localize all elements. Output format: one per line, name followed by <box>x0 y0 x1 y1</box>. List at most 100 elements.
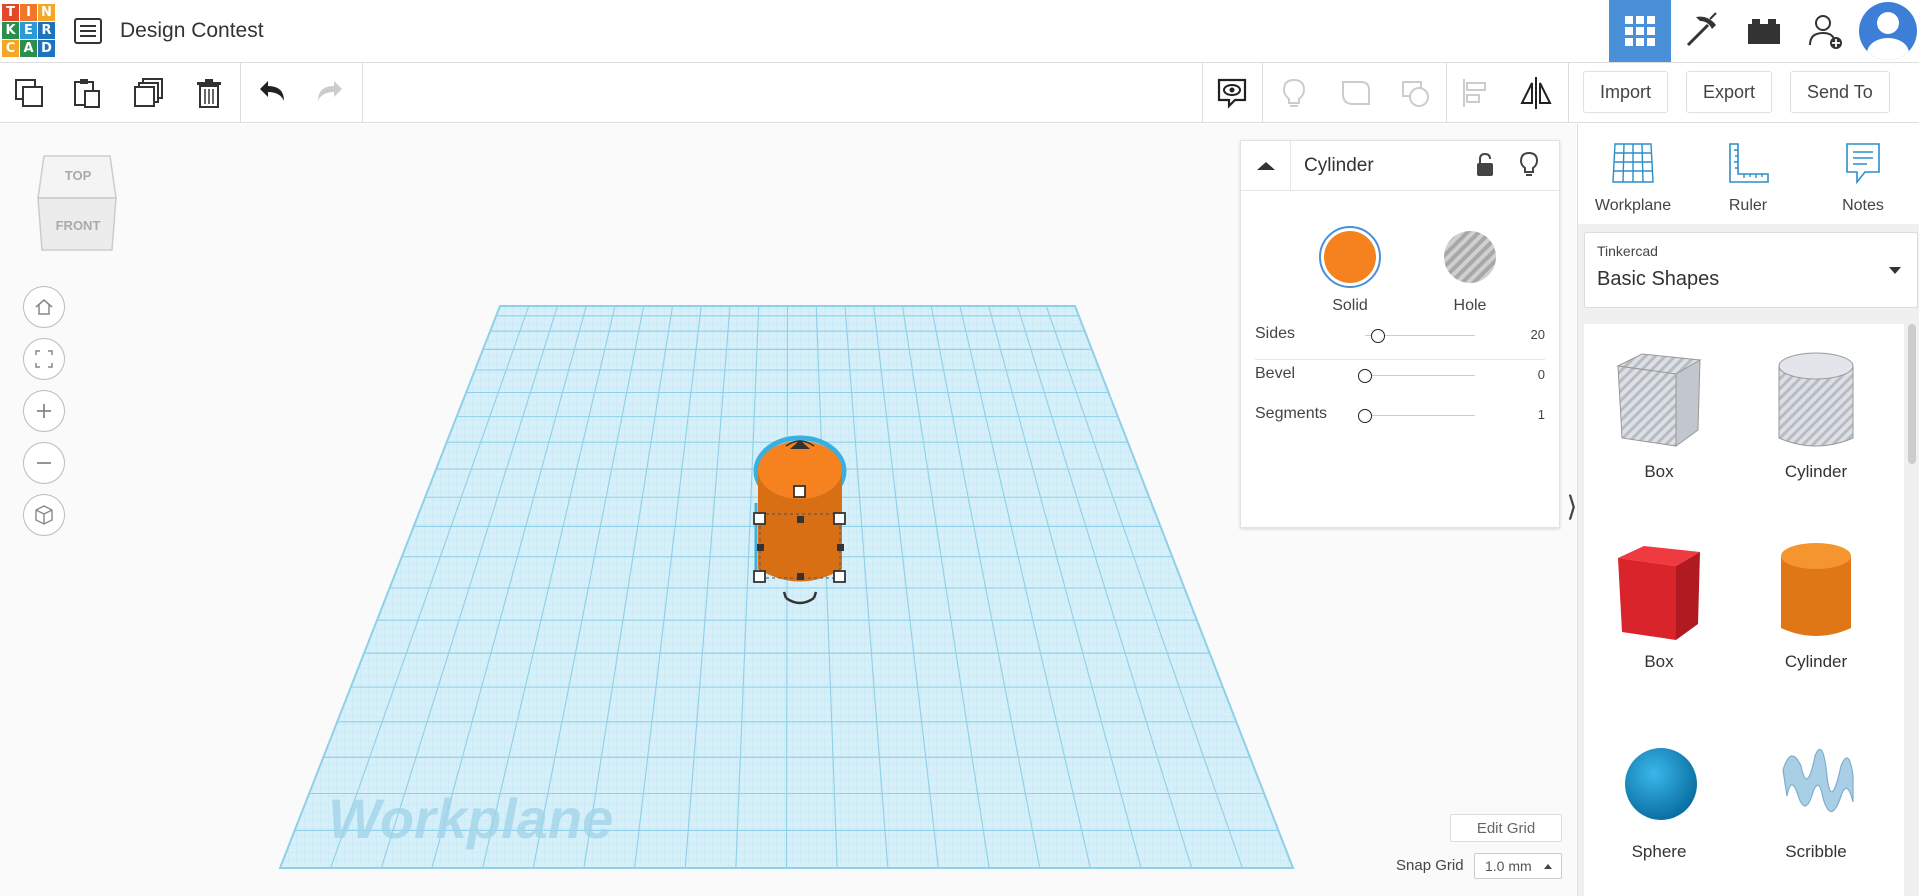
shape-list-scrollbar[interactable] <box>1908 324 1916 464</box>
workplane-icon <box>1612 143 1654 183</box>
ortho-view-icon[interactable] <box>23 494 65 536</box>
workplane-tool[interactable]: Workplane <box>1583 140 1683 215</box>
copy-icon[interactable] <box>11 75 47 111</box>
workplane-watermark: Workplane <box>328 787 614 850</box>
logo-letter: E <box>20 22 37 39</box>
prop-value[interactable]: 0 <box>1538 367 1545 382</box>
prop-value[interactable]: 1 <box>1538 407 1545 422</box>
redo-icon[interactable] <box>312 75 348 111</box>
shape-label: Scribble <box>1785 842 1847 861</box>
lightbulb-icon[interactable] <box>1276 75 1312 111</box>
duplicate-icon[interactable] <box>131 75 167 111</box>
shape-grid: Box Cylinder Box Cylinder Sphere Scribbl… <box>1584 324 1904 896</box>
zoom-out-icon[interactable] <box>23 442 65 484</box>
paste-icon[interactable] <box>69 75 105 111</box>
solid-option[interactable]: Solid <box>1305 225 1395 315</box>
shape-label: Cylinder <box>1784 652 1848 671</box>
avatar[interactable] <box>1859 2 1917 60</box>
shape-inspector: Cylinder Solid Hole Sides 20 Bevel 0 Segment… <box>1240 140 1560 528</box>
home-view-icon[interactable] <box>23 286 65 328</box>
edit-toolbar: Import Export Send To <box>0 63 1919 123</box>
ruler-tool-label: Ruler <box>1728 197 1768 214</box>
logo-letter: N <box>38 4 55 21</box>
send-to-button[interactable]: Send To <box>1790 71 1890 113</box>
pickaxe-icon[interactable] <box>1671 0 1733 62</box>
collapse-inspector-icon[interactable] <box>1241 141 1291 191</box>
logo-letter: T <box>2 4 19 21</box>
lock-icon[interactable] <box>1473 151 1497 184</box>
delete-icon[interactable] <box>191 75 227 111</box>
zoom-in-icon[interactable] <box>23 390 65 432</box>
shape-label: Box <box>1644 652 1674 671</box>
mirror-icon[interactable] <box>1518 75 1554 111</box>
tinkercad-logo[interactable]: TIN KER CAD <box>2 4 56 58</box>
export-button[interactable]: Export <box>1686 71 1773 113</box>
logo-letter: A <box>20 40 37 57</box>
view-cube[interactable]: TOP FRONT <box>36 154 120 252</box>
prop-label: Segments <box>1255 405 1328 422</box>
ruler-tool[interactable]: Ruler <box>1698 140 1798 215</box>
logo-letter: K <box>2 22 19 39</box>
undo-icon[interactable] <box>254 75 290 111</box>
right-panel: Workplane Ruler Notes Tinkercad Basic Sh… <box>1577 124 1919 896</box>
shape-cylinder[interactable]: Cylinder <box>1741 536 1891 672</box>
logo-letter: I <box>20 4 37 21</box>
prop-slider-knob[interactable] <box>1358 409 1372 423</box>
inspector-title: Cylinder <box>1304 155 1374 176</box>
top-bar: TIN KER CAD Design Contest <box>0 0 1919 63</box>
prop-segments: Segments 1 <box>1255 401 1545 431</box>
design-title[interactable]: Design Contest <box>120 19 264 43</box>
notes-tool[interactable]: Notes <box>1813 140 1913 215</box>
align-icon[interactable] <box>1458 75 1494 111</box>
workplane-tools: Workplane Ruler Notes <box>1578 124 1919 224</box>
project-list-icon[interactable] <box>74 18 102 44</box>
notes-tool-label: Notes <box>1842 197 1884 214</box>
shape-label: Sphere <box>1631 842 1687 861</box>
lightbulb-icon[interactable] <box>1517 151 1541 184</box>
snap-grid-select[interactable]: 1.0 mm <box>1474 853 1562 879</box>
prop-slider-knob[interactable] <box>1371 329 1386 343</box>
workplane-tool-label: Workplane <box>1594 197 1672 214</box>
bricks-icon[interactable] <box>1733 0 1795 62</box>
solid-label: Solid <box>1332 297 1368 314</box>
library-group-label: Tinkercad <box>1597 243 1658 259</box>
ruler-icon <box>1729 143 1769 183</box>
hole-option[interactable]: Hole <box>1425 225 1515 315</box>
shape-label: Box <box>1644 462 1674 481</box>
prop-value[interactable]: 20 <box>1531 327 1545 342</box>
logo-letter: D <box>38 40 55 57</box>
logo-letter: C <box>2 40 19 57</box>
group-icon[interactable] <box>1338 75 1374 111</box>
notes-toggle-icon[interactable] <box>1214 75 1250 111</box>
prop-slider-track[interactable] <box>1365 375 1475 376</box>
top-right-actions <box>1609 0 1919 62</box>
prop-label: Sides <box>1255 325 1296 342</box>
notes-icon <box>1846 143 1880 185</box>
shape-scribble[interactable]: Scribble <box>1741 726 1891 862</box>
add-user-icon[interactable] <box>1795 0 1857 62</box>
prop-label: Bevel <box>1255 365 1296 382</box>
prop-sides: Sides 20 <box>1255 321 1545 351</box>
grid-view-icon[interactable] <box>1609 0 1671 62</box>
snap-grid-label: Snap Grid <box>1396 857 1464 874</box>
edit-grid-button[interactable]: Edit Grid <box>1450 814 1562 842</box>
prop-bevel: Bevel 0 <box>1255 361 1545 391</box>
chevron-down-icon <box>1889 267 1901 274</box>
logo-letter: R <box>38 22 55 39</box>
viewcube-top-label[interactable]: TOP <box>36 168 120 183</box>
shape-sphere[interactable]: Sphere <box>1584 726 1734 862</box>
import-button[interactable]: Import <box>1583 71 1669 113</box>
library-name: Basic Shapes <box>1597 268 1720 290</box>
shape-library-select[interactable]: Tinkercad Basic Shapes <box>1584 232 1918 308</box>
ungroup-icon[interactable] <box>1398 75 1434 111</box>
fit-view-icon[interactable] <box>23 338 65 380</box>
viewcube-front-label[interactable]: FRONT <box>36 218 120 233</box>
prop-slider-knob[interactable] <box>1358 369 1372 383</box>
shape-cylinder-hole[interactable]: Cylinder <box>1741 346 1891 482</box>
prop-slider-track[interactable] <box>1365 415 1475 416</box>
shape-label: Cylinder <box>1784 462 1848 481</box>
inspector-header: Cylinder <box>1241 141 1559 191</box>
hole-label: Hole <box>1453 297 1487 314</box>
shape-box[interactable]: Box <box>1584 536 1734 672</box>
shape-box-hole[interactable]: Box <box>1584 346 1734 482</box>
